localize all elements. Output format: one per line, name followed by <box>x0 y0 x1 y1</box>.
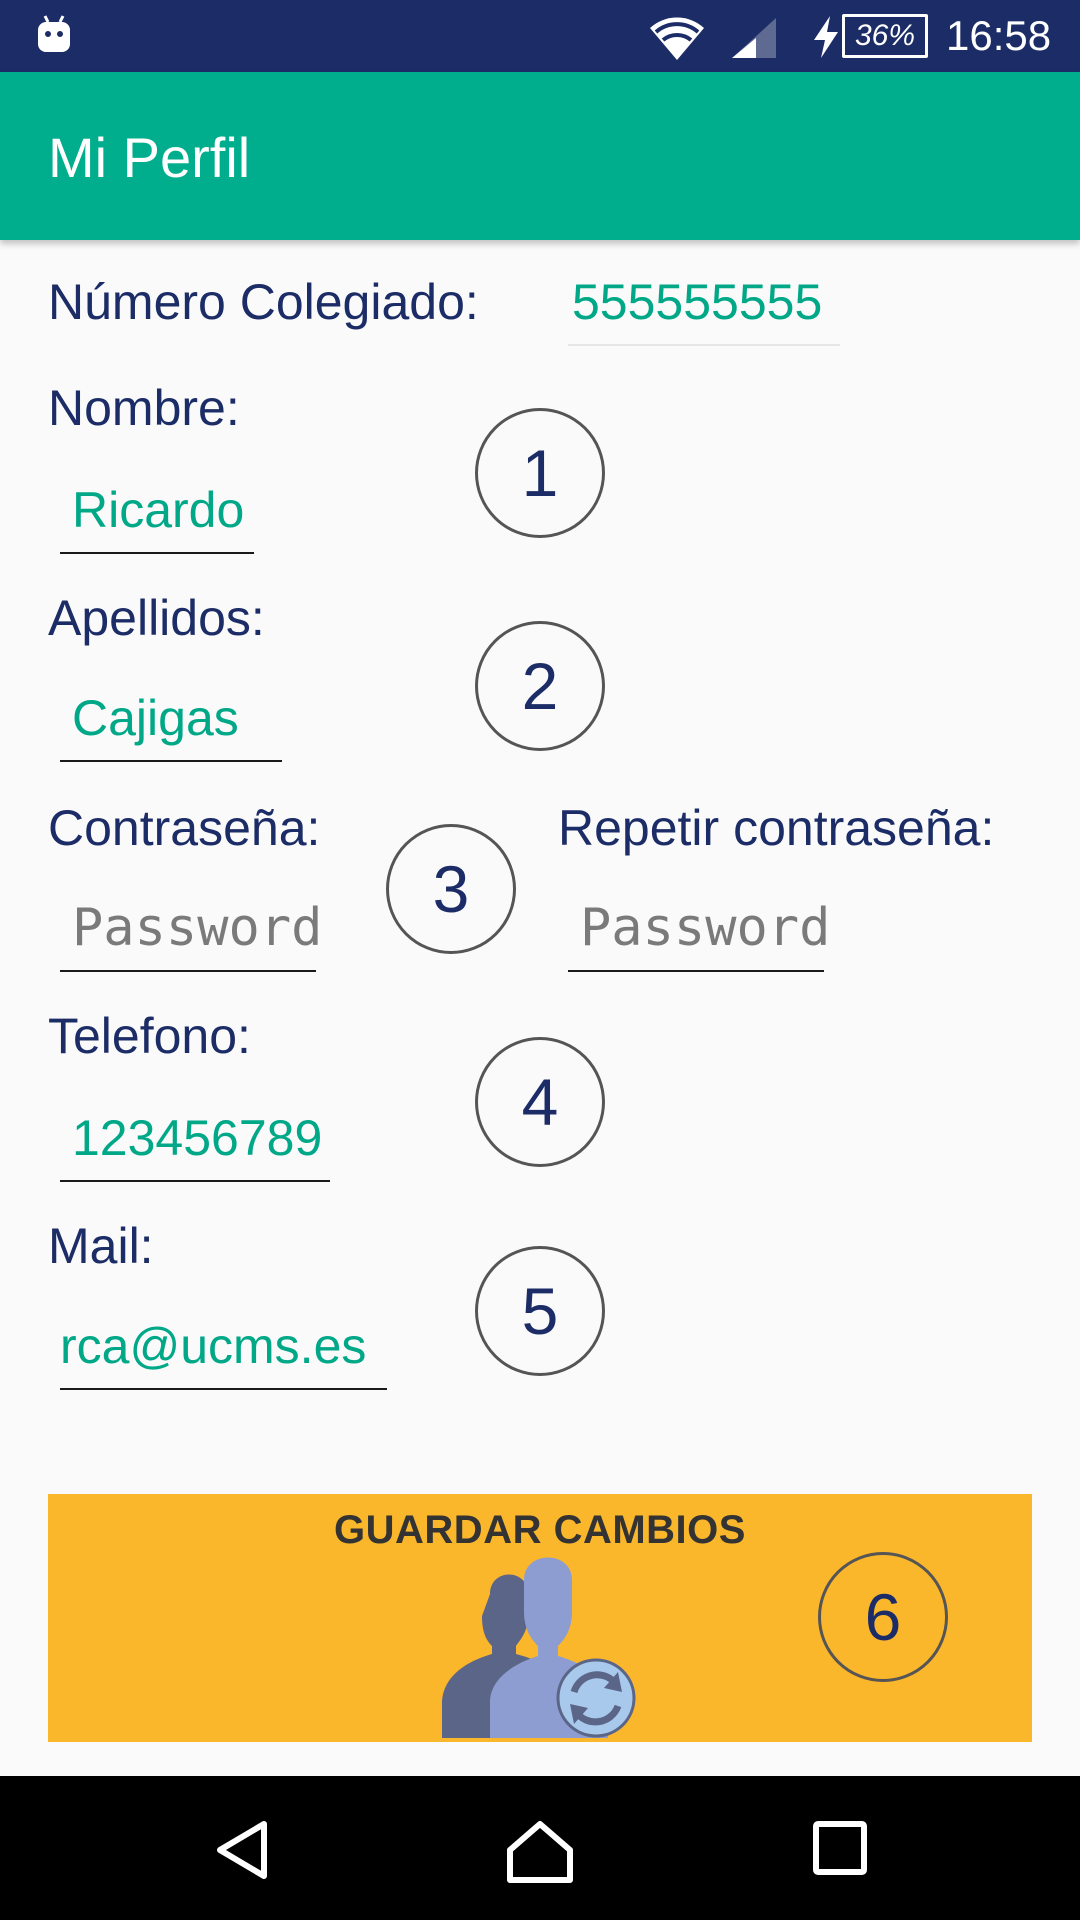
home-icon[interactable] <box>506 1820 574 1884</box>
back-icon[interactable] <box>214 1820 270 1880</box>
marker-4: 4 <box>475 1037 605 1167</box>
apellidos-value: Cajigas <box>72 690 239 746</box>
status-bar: 36% 16:58 <box>0 0 1080 72</box>
apellidos-label: Apellidos: <box>48 590 265 646</box>
telefono-label: Telefono: <box>48 1008 251 1064</box>
mail-label: Mail: <box>48 1218 154 1274</box>
nombre-value: Ricardo <box>72 482 245 538</box>
signal-icon <box>732 18 776 58</box>
repetir-label: Repetir contraseña: <box>558 800 995 856</box>
apellidos-field[interactable]: Cajigas <box>60 688 282 762</box>
marker-2: 2 <box>475 621 605 751</box>
recents-icon[interactable] <box>812 1820 868 1876</box>
contrasena-field[interactable]: Password <box>60 898 323 972</box>
telefono-field[interactable]: 123456789 <box>60 1108 330 1182</box>
android-icon <box>38 15 70 52</box>
colegiado-value: 555555555 <box>572 274 823 330</box>
save-changes-label: GUARDAR CAMBIOS <box>334 1508 746 1552</box>
repetir-field[interactable]: Password <box>568 898 831 972</box>
marker-3: 3 <box>386 824 516 954</box>
wifi-icon <box>650 17 704 60</box>
mail-field[interactable]: rca@ucms.es <box>60 1316 387 1390</box>
app-bar: Mi Perfil <box>0 72 1080 240</box>
save-changes-button[interactable]: GUARDAR CAMBIOS 6 <box>48 1494 1032 1742</box>
telefono-value: 123456789 <box>72 1110 323 1166</box>
navigation-bar <box>0 1776 1080 1920</box>
colegiado-field: 555555555 <box>568 272 840 346</box>
users-sync-icon <box>442 1557 636 1738</box>
battery-icon: 36% <box>842 14 928 58</box>
nombre-label: Nombre: <box>48 380 240 436</box>
battery-level: 36% <box>854 19 916 52</box>
page-title: Mi Perfil <box>48 126 251 189</box>
mail-value: rca@ucms.es <box>60 1318 367 1374</box>
contrasena-placeholder: Password <box>72 898 323 958</box>
marker-5: 5 <box>475 1246 605 1376</box>
clock: 16:58 <box>946 12 1052 59</box>
nombre-field[interactable]: Ricardo <box>60 480 254 554</box>
marker-1: 1 <box>475 408 605 538</box>
repetir-placeholder: Password <box>580 898 831 958</box>
charging-icon <box>814 16 838 58</box>
contrasena-label: Contraseña: <box>48 800 321 856</box>
colegiado-label: Número Colegiado: <box>48 274 479 330</box>
marker-6: 6 <box>818 1552 948 1682</box>
